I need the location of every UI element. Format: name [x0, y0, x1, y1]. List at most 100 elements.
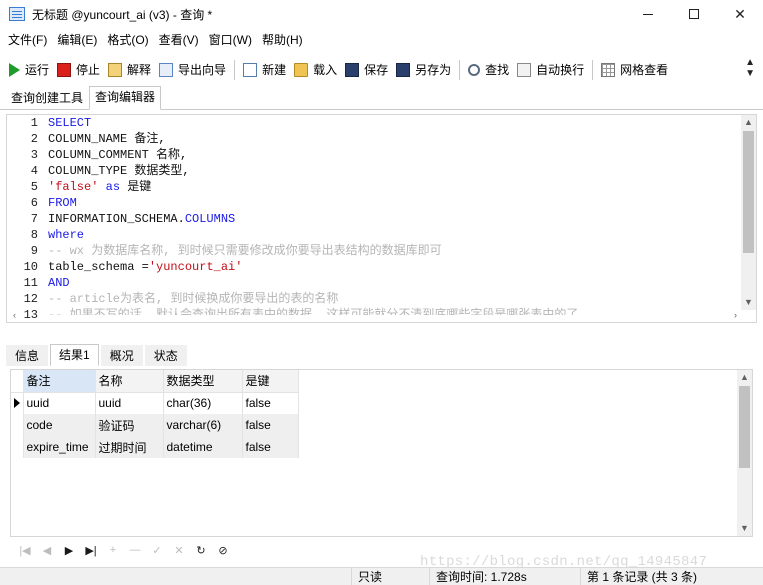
- code-line[interactable]: INFORMATION_SCHEMA.COLUMNS: [48, 211, 743, 227]
- table-cell[interactable]: char(36): [163, 392, 243, 414]
- toolbar-separator: [459, 59, 461, 80]
- result-grid[interactable]: 备注 名称 数据类型 是键 uuid uuid char(36) false c…: [10, 369, 753, 537]
- code-line[interactable]: COLUMN_TYPE 数据类型,: [48, 163, 743, 179]
- table-cell[interactable]: false: [242, 414, 299, 436]
- table-cell[interactable]: false: [242, 436, 299, 458]
- grid-view-button[interactable]: 网格查看: [597, 58, 672, 82]
- table-cell[interactable]: varchar(6): [163, 414, 243, 436]
- line-number: 2: [30, 132, 38, 146]
- tab-profile[interactable]: 概况: [100, 345, 143, 366]
- export-wizard-button[interactable]: 导出向导: [155, 58, 230, 82]
- table-row[interactable]: code 验证码 varchar(6) false: [11, 414, 299, 436]
- line-number: 1: [30, 116, 38, 130]
- code-line[interactable]: table_schema ='yuncourt_ai': [48, 259, 743, 275]
- table-cell[interactable]: uuid: [95, 392, 164, 414]
- previous-record-button[interactable]: ◀: [36, 541, 58, 559]
- code-token: where: [48, 228, 85, 242]
- column-header[interactable]: 备注: [23, 370, 96, 393]
- grid-scroll-thumb[interactable]: [739, 386, 750, 468]
- editor-scroll-thumb[interactable]: [743, 131, 754, 253]
- grid-vertical-scrollbar[interactable]: ▲ ▼: [737, 370, 752, 536]
- table-cell[interactable]: 过期时间: [95, 436, 164, 458]
- column-header[interactable]: 名称: [95, 370, 164, 393]
- stop-refresh-button[interactable]: ⊘: [212, 541, 234, 559]
- line-number: 8: [30, 228, 38, 242]
- auto-wrap-button[interactable]: 自动换行: [513, 58, 588, 82]
- search-icon: [468, 63, 481, 76]
- code-line[interactable]: -- article为表名, 到时候换成你要导出的表的名称: [48, 291, 743, 307]
- save-as-label: 另存为: [415, 63, 452, 77]
- tab-status[interactable]: 状态: [144, 345, 187, 366]
- editor-vertical-scrollbar[interactable]: ▲ ▼: [741, 115, 756, 310]
- refresh-button[interactable]: ↻: [190, 541, 212, 559]
- sql-editor[interactable]: 1 2 3 4 5 6 7 8 9 10 11 12 13 SELECT COLUMN_NAME 备注, C…: [6, 114, 757, 323]
- table-cell[interactable]: expire_time: [23, 436, 96, 458]
- stop-button[interactable]: 停止: [53, 58, 104, 82]
- load-button[interactable]: 载入: [290, 58, 341, 82]
- scroll-up-arrow-icon[interactable]: ▲: [737, 370, 752, 385]
- tab-query-editor[interactable]: 查询编辑器: [89, 86, 162, 110]
- code-line[interactable]: 'false' as 是键: [48, 179, 743, 195]
- code-token: as: [98, 180, 128, 194]
- explain-button[interactable]: 解释: [104, 58, 155, 82]
- code-token: SELECT: [48, 116, 92, 130]
- next-record-button[interactable]: ▶: [58, 541, 80, 559]
- record-count-status: 第 1 条记录 (共 3 条): [580, 568, 763, 585]
- save-button[interactable]: 保存: [341, 58, 392, 82]
- tab-info[interactable]: 信息: [6, 345, 49, 366]
- code-line[interactable]: AND: [48, 275, 743, 291]
- scroll-left-arrow-icon[interactable]: ‹: [7, 308, 22, 322]
- minimize-button[interactable]: [625, 0, 671, 28]
- run-icon: [9, 62, 20, 77]
- toolbar-separator: [234, 59, 236, 80]
- code-line[interactable]: COLUMN_NAME 备注,: [48, 131, 743, 147]
- code-line[interactable]: -- wx 为数据库名称, 到时候只需要修改成你要导出表结构的数据库即可: [48, 243, 743, 259]
- menu-format[interactable]: 格式(O): [102, 29, 153, 51]
- minimize-icon: [643, 13, 653, 15]
- sql-code-area[interactable]: SELECT COLUMN_NAME 备注, COLUMN_COMMENT 名称, C…: [48, 115, 743, 315]
- scroll-down-arrow-icon[interactable]: ▼: [741, 295, 756, 310]
- scroll-right-arrow-icon[interactable]: ›: [728, 308, 743, 322]
- last-record-button[interactable]: ▶|: [80, 541, 102, 559]
- table-row[interactable]: expire_time 过期时间 datetime false: [11, 436, 299, 458]
- toolbar-overflow-button[interactable]: ▲ ▼: [745, 57, 755, 79]
- tab-query-builder[interactable]: 查询创建工具: [5, 87, 89, 109]
- delete-record-button[interactable]: —: [124, 541, 146, 559]
- code-line[interactable]: where: [48, 227, 743, 243]
- menu-edit[interactable]: 编辑(E): [52, 29, 102, 51]
- save-as-button[interactable]: 另存为: [392, 58, 455, 82]
- column-header[interactable]: 数据类型: [163, 370, 243, 393]
- table-cell[interactable]: code: [23, 414, 96, 436]
- table-row[interactable]: uuid uuid char(36) false: [11, 392, 299, 414]
- new-button[interactable]: 新建: [239, 58, 290, 82]
- save-icon: [345, 62, 360, 77]
- table-cell[interactable]: uuid: [23, 392, 96, 414]
- code-line[interactable]: SELECT: [48, 115, 743, 131]
- maximize-button[interactable]: [671, 0, 717, 28]
- code-token: -- wx 为数据库名称, 到时候只需要修改成你要导出表结构的数据库即可: [48, 244, 442, 258]
- code-token: -- article为表名, 到时候换成你要导出的表的名称: [48, 292, 339, 306]
- add-record-button[interactable]: +: [102, 541, 124, 559]
- editor-horizontal-scrollbar[interactable]: ‹ ›: [7, 310, 743, 322]
- save-label: 保存: [364, 63, 389, 77]
- find-button[interactable]: 查找: [464, 58, 513, 82]
- load-label: 载入: [313, 63, 338, 77]
- menu-file[interactable]: 文件(F): [3, 29, 52, 51]
- discard-changes-button[interactable]: ✕: [168, 541, 190, 559]
- scroll-down-arrow-icon[interactable]: ▼: [737, 521, 752, 536]
- tab-result1[interactable]: 结果1: [50, 344, 99, 366]
- code-line[interactable]: FROM: [48, 195, 743, 211]
- code-line[interactable]: COLUMN_COMMENT 名称,: [48, 147, 743, 163]
- table-cell[interactable]: datetime: [163, 436, 243, 458]
- run-button[interactable]: 运行: [5, 58, 53, 82]
- first-record-button[interactable]: |◀: [14, 541, 36, 559]
- menu-window[interactable]: 窗口(W): [204, 29, 257, 51]
- close-button[interactable]: ✕: [717, 0, 763, 28]
- menu-view[interactable]: 查看(V): [154, 29, 204, 51]
- table-cell[interactable]: 验证码: [95, 414, 164, 436]
- scroll-up-arrow-icon[interactable]: ▲: [741, 115, 756, 130]
- table-cell[interactable]: false: [242, 392, 299, 414]
- menu-help[interactable]: 帮助(H): [257, 29, 308, 51]
- apply-changes-button[interactable]: ✓: [146, 541, 168, 559]
- column-header[interactable]: 是键: [242, 370, 299, 393]
